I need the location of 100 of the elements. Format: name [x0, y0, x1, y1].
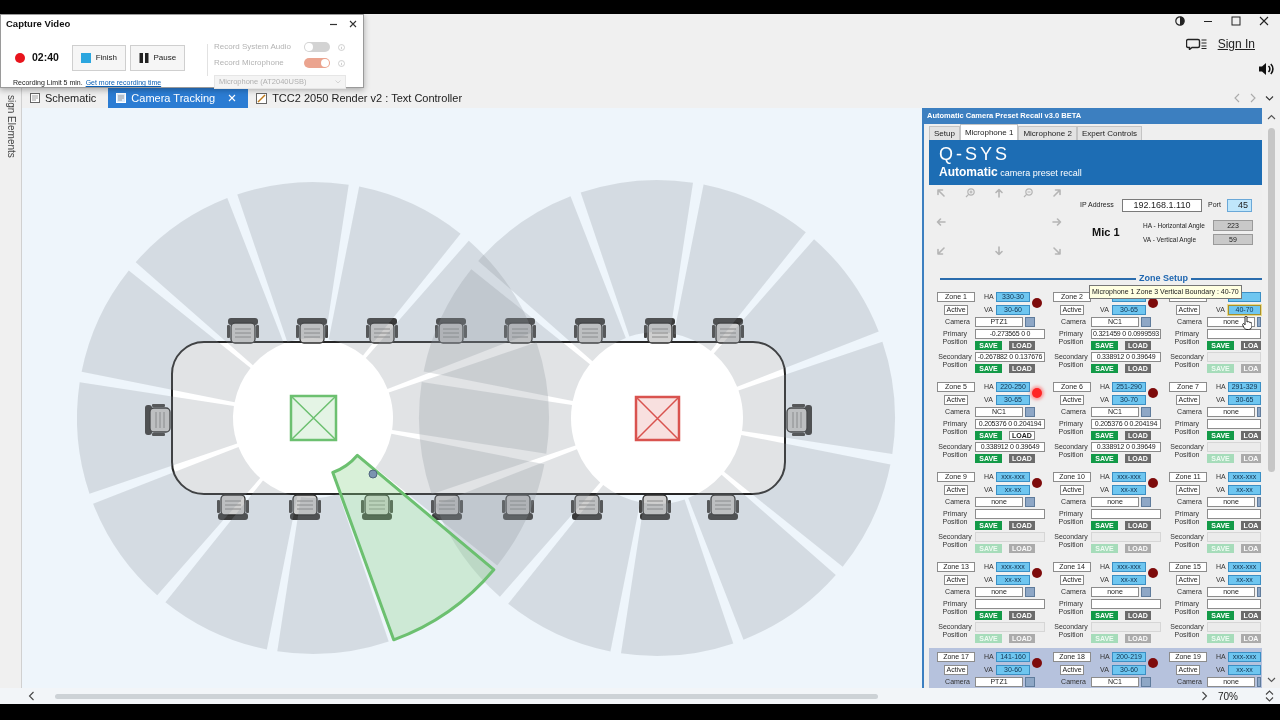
position-field[interactable]: [1207, 329, 1261, 339]
chair: [227, 318, 259, 344]
camera-marker[interactable]: [634, 395, 681, 442]
camera-select-icon[interactable]: [1141, 587, 1151, 597]
chair: [639, 494, 671, 520]
camera-select-icon[interactable]: [1141, 317, 1151, 327]
chair: [504, 318, 536, 344]
chevron-up-icon[interactable]: [1266, 114, 1276, 120]
position-field[interactable]: [1091, 599, 1161, 609]
position-field[interactable]: [1207, 419, 1261, 429]
chair: [571, 494, 603, 520]
contrast-icon[interactable]: [1175, 16, 1185, 26]
position-field[interactable]: [1207, 509, 1261, 519]
arrow-down-icon[interactable]: [994, 246, 1004, 256]
drag-handle[interactable]: [368, 469, 378, 479]
tab[interactable]: TCC2 2050 Render v2 : Text Controller: [248, 88, 475, 108]
square-icon: [80, 53, 91, 63]
pause-icon: [138, 53, 149, 63]
recording-timer: 02:40: [32, 50, 59, 66]
chair: [707, 494, 739, 520]
document-icon: [30, 93, 40, 103]
position-field[interactable]: [1091, 509, 1161, 519]
hand-cursor-icon: [1242, 316, 1252, 330]
finish-button[interactable]: Finish: [71, 45, 126, 71]
chair: [296, 318, 328, 344]
arrow-left-icon[interactable]: [936, 217, 946, 227]
panel-tab[interactable]: Expert Controls: [1076, 126, 1142, 140]
panel-tab[interactable]: Microphone 1: [959, 124, 1019, 140]
arrow-down-left-icon[interactable]: [936, 246, 946, 256]
chevron-right-icon[interactable]: [1201, 691, 1208, 701]
camera-select-icon[interactable]: [1141, 407, 1151, 417]
arrow-up-right-icon[interactable]: [1052, 188, 1062, 198]
camera-select-icon[interactable]: [1257, 407, 1261, 417]
camera-select-icon[interactable]: [1025, 587, 1035, 597]
camera-select-icon[interactable]: [1257, 497, 1261, 507]
arrow-up-icon[interactable]: [994, 188, 1004, 198]
camera-select-icon[interactable]: [1257, 317, 1261, 327]
info-icon[interactable]: [338, 59, 345, 67]
camera-select-icon[interactable]: [1025, 677, 1035, 687]
section-title: Zone Setup: [1138, 272, 1189, 286]
close-icon[interactable]: [1259, 16, 1269, 26]
document-icon: [256, 92, 268, 104]
panel-tab-label[interactable]: sign Elements: [4, 95, 17, 158]
caret-icon: [335, 80, 341, 84]
chevron-down-icon[interactable]: [1266, 677, 1276, 683]
speaker-icon[interactable]: [1258, 62, 1274, 76]
camera-select-icon[interactable]: [1025, 407, 1035, 417]
arrow-down-right-icon[interactable]: [1052, 246, 1062, 256]
camera-marker[interactable]: [289, 394, 338, 442]
scrollbar-thumb[interactable]: [55, 693, 878, 699]
chair: [502, 494, 534, 520]
logo: Q-SYS: [939, 144, 1011, 164]
chair: [366, 318, 398, 344]
camera-select-icon[interactable]: [1141, 677, 1151, 687]
zoom-in-icon[interactable]: [965, 188, 975, 198]
chair: [145, 404, 171, 436]
port-field[interactable]: 45: [1227, 199, 1252, 212]
maximize-icon[interactable]: [1231, 16, 1241, 26]
arrow-up-left-icon[interactable]: [936, 188, 946, 198]
tab[interactable]: Camera Tracking: [108, 88, 249, 108]
sign-in-link[interactable]: Sign In: [1217, 38, 1255, 50]
camera-select-icon[interactable]: [1025, 317, 1035, 327]
toggle-switch[interactable]: [304, 42, 330, 52]
chair: [786, 404, 812, 436]
banner-subtitle: Automatic camera preset recall: [939, 165, 1083, 180]
camera-select-icon[interactable]: [1025, 497, 1035, 507]
panel-tab[interactable]: Microphone 2: [1018, 126, 1077, 140]
window-title: Capture Video: [6, 16, 71, 31]
position-field[interactable]: [1207, 599, 1261, 609]
expand-collapse-icon[interactable]: [1265, 690, 1274, 702]
camera-select-icon[interactable]: [1141, 497, 1151, 507]
chair: [289, 494, 321, 520]
camera-select-icon[interactable]: [1257, 677, 1261, 687]
selected-coverage-sector[interactable]: [331, 453, 496, 642]
arrow-right-icon[interactable]: [1052, 217, 1062, 227]
chair: [574, 318, 606, 344]
position-field[interactable]: [975, 599, 1045, 609]
pause-button[interactable]: Pause: [129, 45, 185, 71]
tab[interactable]: Schematic: [22, 88, 109, 108]
chevron-down-icon[interactable]: [1265, 94, 1274, 102]
document-icon: [116, 93, 127, 103]
close-icon[interactable]: [349, 20, 357, 28]
chair: [217, 494, 249, 520]
chair: [644, 318, 676, 344]
panel-tab[interactable]: Setup: [929, 126, 960, 140]
microphone-name: Mic 1: [1092, 225, 1121, 241]
position-field[interactable]: [975, 509, 1045, 519]
toggle-switch[interactable]: [304, 58, 330, 68]
chair: [435, 318, 467, 344]
chair: [361, 494, 393, 520]
ip-address-field[interactable]: 192.168.1.110: [1122, 199, 1202, 212]
info-icon[interactable]: [338, 43, 345, 51]
speech-bubble-icon[interactable]: [1185, 38, 1208, 50]
chevron-left-icon[interactable]: [28, 691, 35, 701]
chair: [712, 318, 744, 344]
camera-select-icon[interactable]: [1257, 587, 1261, 597]
option-label: Record System Audio: [214, 41, 292, 53]
zoom-out-icon[interactable]: [1023, 188, 1033, 198]
scrollbar-thumb[interactable]: [1267, 128, 1275, 472]
chair: [431, 494, 463, 520]
